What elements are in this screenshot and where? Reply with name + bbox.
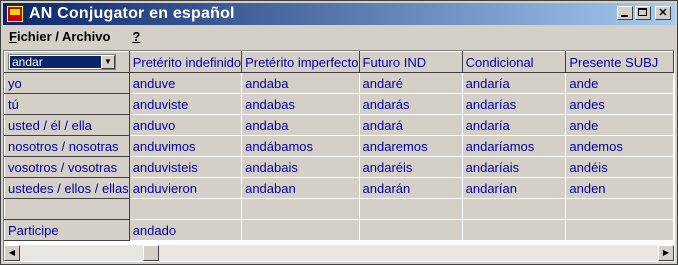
table-cell[interactable] xyxy=(462,219,567,241)
table-cell[interactable]: andaré xyxy=(359,72,463,94)
table-row: vosotros / vosotras anduvisteis andabais an… xyxy=(4,156,674,178)
table-cell[interactable]: andarían xyxy=(462,177,567,199)
table-row: usted / él / ella anduvo andaba andará andar… xyxy=(4,114,674,136)
maximize-button[interactable] xyxy=(635,6,651,20)
verb-select-cell: andar ▼ xyxy=(4,51,130,73)
app-window: AN Conjugator en español ✕ Fichier / Arc… xyxy=(0,0,678,265)
table-cell[interactable]: andábamos xyxy=(241,135,360,157)
table-cell[interactable]: andará xyxy=(359,114,463,136)
table-cell[interactable]: andaríamos xyxy=(462,135,567,157)
table-cell[interactable]: andaréis xyxy=(359,156,463,178)
horizontal-scrollbar[interactable]: ◀ ▶ xyxy=(4,245,674,261)
table-cell[interactable]: ande xyxy=(565,72,674,94)
table-cell[interactable]: andes xyxy=(565,93,674,115)
table-cell[interactable]: anduvisteis xyxy=(129,156,243,178)
maximize-icon xyxy=(638,8,647,16)
table-cell[interactable]: anduvo xyxy=(129,114,243,136)
row-header[interactable]: usted / él / ella xyxy=(4,114,130,136)
row-header[interactable]: vosotros / vosotras xyxy=(4,156,130,178)
table-cell[interactable]: anduve xyxy=(129,72,243,94)
close-icon: ✕ xyxy=(658,7,668,19)
table-cell[interactable]: andemos xyxy=(565,135,674,157)
table-cell[interactable] xyxy=(129,198,243,220)
table-row: tú anduviste andabas andarás andarías andes xyxy=(4,93,674,115)
row-header[interactable]: Participe xyxy=(4,219,130,241)
table-cell[interactable] xyxy=(241,219,360,241)
minimize-button[interactable] xyxy=(617,6,633,20)
menu-bar: Fichier / Archivo ? xyxy=(9,29,140,47)
table-cell[interactable] xyxy=(359,219,463,241)
table-cell[interactable]: andaba xyxy=(241,114,360,136)
table-cell[interactable]: andaban xyxy=(241,177,360,199)
column-header[interactable]: Pretérito imperfecto xyxy=(241,51,360,73)
arrow-right-icon: ▶ xyxy=(662,248,670,257)
table-cell[interactable] xyxy=(359,198,463,220)
window-title: AN Conjugator en español xyxy=(29,5,235,22)
table-cell[interactable]: andado xyxy=(129,219,243,241)
table-cell[interactable]: andarías xyxy=(462,93,567,115)
minimize-icon xyxy=(621,15,628,17)
table-cell[interactable]: andarán xyxy=(359,177,463,199)
scroll-thumb[interactable] xyxy=(143,245,159,261)
table-cell[interactable]: andarás xyxy=(359,93,463,115)
table-cell[interactable]: anduviste xyxy=(129,93,243,115)
table-row: ustedes / ellos / ellas anduvieron andaban… xyxy=(4,177,674,199)
scroll-left-button[interactable]: ◀ xyxy=(4,245,20,261)
column-header[interactable]: Presente SUBJ xyxy=(565,51,674,73)
verb-select[interactable]: andar ▼ xyxy=(8,54,116,70)
menu-help[interactable]: ? xyxy=(132,29,140,47)
table-row: Participe andado xyxy=(4,219,674,241)
table-cell[interactable]: anden xyxy=(565,177,674,199)
flag-icon[interactable] xyxy=(7,6,23,22)
header-row: andar ▼ Pretérito indefinido Pretérito im… xyxy=(4,51,674,73)
column-header[interactable]: Pretérito indefinido xyxy=(128,51,243,73)
table-cell[interactable] xyxy=(565,198,674,220)
table-cell[interactable] xyxy=(241,198,360,220)
table-cell[interactable]: andaría xyxy=(462,114,567,136)
table-cell[interactable]: andaría xyxy=(462,72,567,94)
table-cell[interactable]: andaba xyxy=(241,72,360,94)
row-header[interactable]: tú xyxy=(4,93,130,115)
scroll-right-button[interactable]: ▶ xyxy=(658,245,674,261)
column-header[interactable]: Condicional xyxy=(461,51,567,73)
table-cell[interactable]: andabais xyxy=(241,156,360,178)
row-header[interactable] xyxy=(4,198,130,220)
conjugation-grid: andar ▼ Pretérito indefinido Pretérito im… xyxy=(3,50,675,262)
column-header[interactable]: Futuro IND xyxy=(358,51,463,73)
table-cell[interactable]: andéis xyxy=(565,156,674,178)
arrow-left-icon: ◀ xyxy=(8,248,16,257)
table-cell[interactable] xyxy=(462,198,567,220)
table-row: yo anduve andaba andaré andaría ande xyxy=(4,72,674,94)
table-cell[interactable]: ande xyxy=(565,114,674,136)
title-bar[interactable]: AN Conjugator en español ✕ xyxy=(3,3,675,25)
table-cell[interactable]: anduvimos xyxy=(129,135,243,157)
row-header[interactable]: yo xyxy=(4,72,130,94)
table-row: nosotros / nosotras anduvimos andábamos and… xyxy=(4,135,674,157)
menu-fichier-archivo[interactable]: Fichier / Archivo xyxy=(9,29,110,47)
verb-select-value[interactable]: andar xyxy=(10,56,102,68)
table-cell[interactable]: andaríais xyxy=(462,156,567,178)
table-cell[interactable]: andabas xyxy=(241,93,360,115)
table-cell[interactable]: anduvieron xyxy=(129,177,243,199)
conjugation-table: andar ▼ Pretérito indefinido Pretérito im… xyxy=(4,51,674,241)
chevron-down-icon[interactable]: ▼ xyxy=(101,55,115,69)
table-cell[interactable] xyxy=(565,219,674,241)
row-header[interactable]: ustedes / ellos / ellas xyxy=(4,177,130,199)
table-cell[interactable]: andaremos xyxy=(359,135,463,157)
close-button[interactable]: ✕ xyxy=(655,6,671,20)
table-row xyxy=(4,198,674,220)
row-header[interactable]: nosotros / nosotras xyxy=(4,135,130,157)
